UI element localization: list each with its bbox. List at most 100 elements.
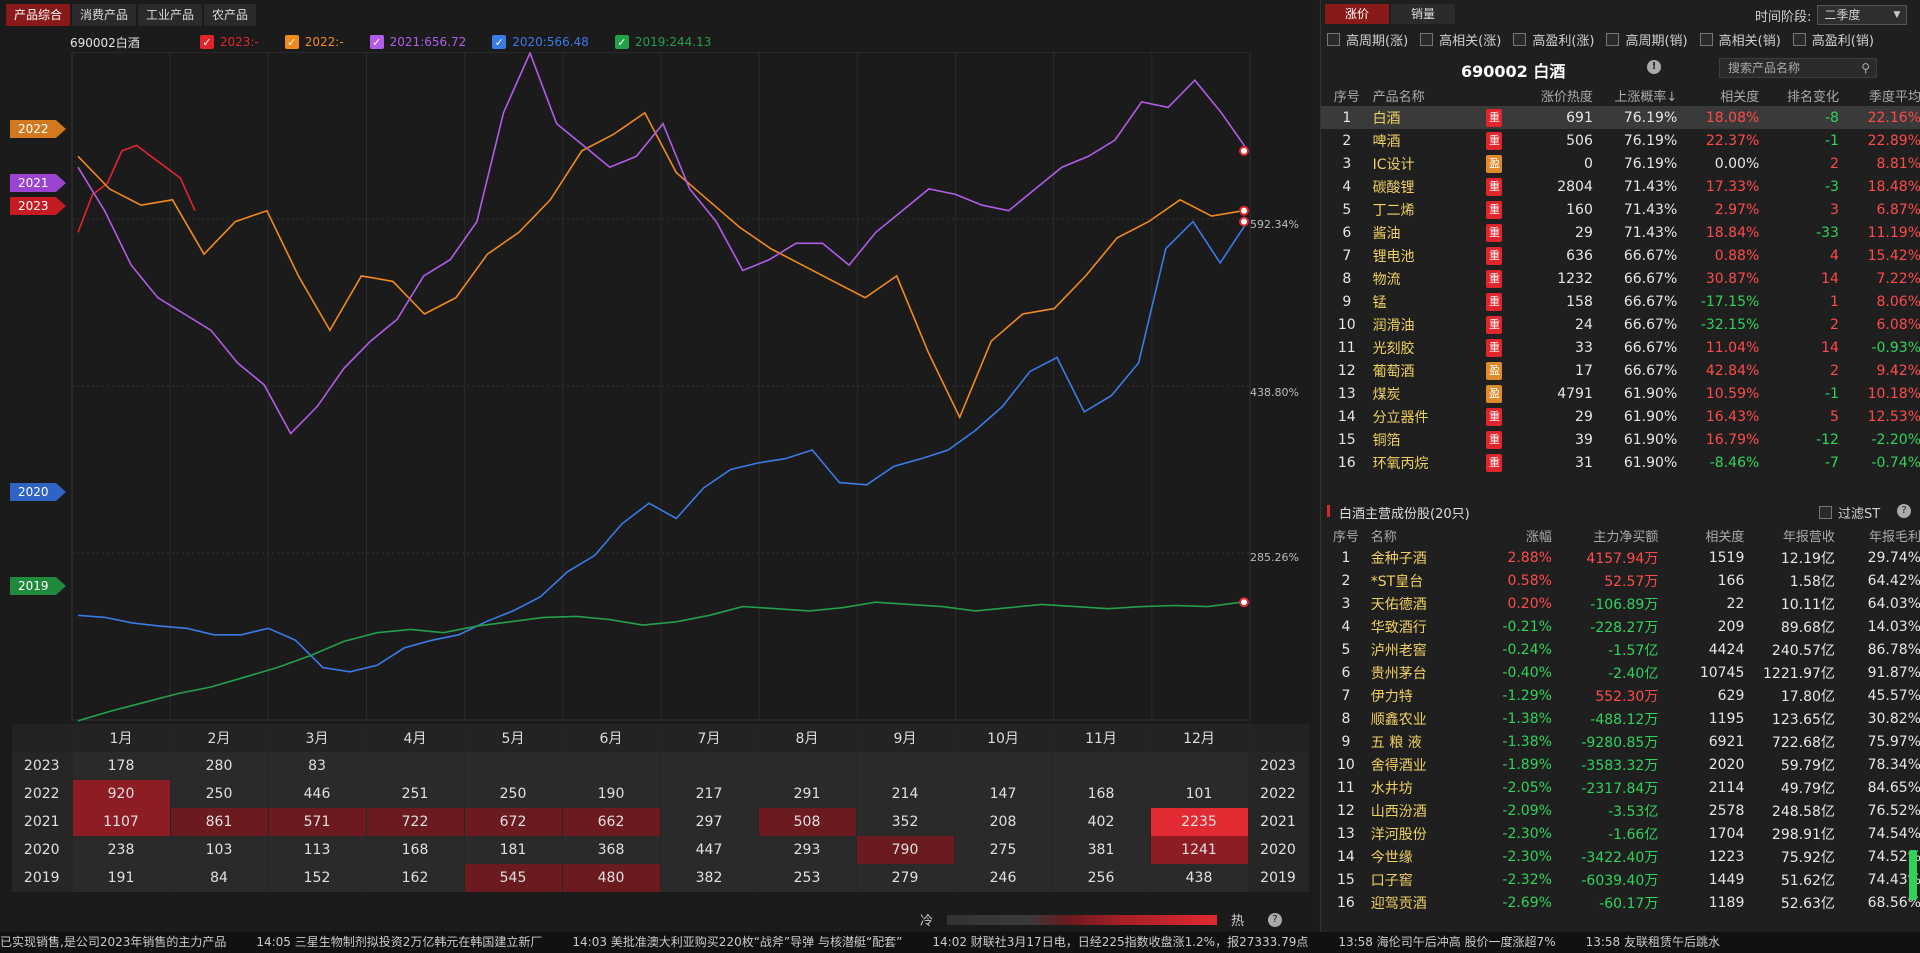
column-header[interactable]: 季度平均: [1839, 84, 1920, 106]
heat-cell[interactable]: 480: [562, 864, 661, 892]
heat-cell[interactable]: 508: [758, 808, 857, 836]
checkbox-icon[interactable]: ✓: [284, 35, 299, 49]
table-row[interactable]: 3 天佑德酒 0.20% -106.89万 22 10.11亿 64.03%: [1321, 592, 1920, 615]
heat-cell[interactable]: 293: [758, 836, 857, 864]
heat-cell[interactable]: 253: [758, 864, 857, 892]
table-row[interactable]: 7 伊力特 -1.29% 552.30万 629 17.80亿 45.57%: [1321, 684, 1920, 707]
heat-cell[interactable]: 152: [268, 864, 367, 892]
checkbox[interactable]: [1420, 33, 1434, 46]
table-row[interactable]: 16 迎驾贡酒 -2.69% -60.17万 1189 52.63亿 68.56%: [1321, 891, 1920, 914]
heat-cell[interactable]: 168: [366, 836, 465, 864]
column-header[interactable]: 名称: [1371, 524, 1484, 546]
heat-cell[interactable]: 217: [660, 780, 759, 808]
heat-cell[interactable]: [1052, 752, 1151, 780]
legend-item[interactable]: ✓ 2021:656.72: [369, 35, 466, 49]
series-line-2019[interactable]: [77, 601, 1242, 722]
news-ticker[interactable]: 已实现销售,是公司2023年销售的主力产品 14:05 三星生物制剂拟投资2万亿韩…: [0, 932, 1920, 953]
checkbox-icon[interactable]: ✓: [492, 35, 507, 49]
table-row[interactable]: 7 锂电池 重 636 66.67% 0.88% 4 15.42%: [1321, 244, 1920, 267]
table-row[interactable]: 9 锰 重 158 66.67% -17.15% 1 8.06%: [1321, 290, 1920, 313]
heat-cell[interactable]: [1150, 752, 1249, 780]
checkbox[interactable]: [1606, 33, 1620, 46]
heat-cell[interactable]: [954, 752, 1053, 780]
checkbox[interactable]: [1792, 33, 1806, 46]
tab-volume[interactable]: 销量: [1391, 4, 1455, 24]
filter-st-toggle[interactable]: 过滤ST: [1819, 503, 1880, 522]
tab-consumer[interactable]: 消费产品: [72, 4, 137, 26]
heat-cell[interactable]: 2235: [1150, 808, 1249, 836]
legend-item[interactable]: ✓ 2020:566.48: [492, 35, 589, 49]
help-icon[interactable]: ?: [1897, 504, 1911, 518]
checkbox-icon[interactable]: ✓: [199, 35, 214, 49]
checkbox-icon[interactable]: ✓: [614, 35, 629, 49]
table-row[interactable]: 8 物流 重 1232 66.67% 30.87% 14 7.22%: [1321, 267, 1920, 290]
table-row[interactable]: 14 分立器件 重 29 61.90% 16.43% 5 12.53%: [1321, 405, 1920, 428]
heat-cell[interactable]: 662: [562, 808, 661, 836]
table-row[interactable]: 1 白酒 重 691 76.19% 18.08% -8 22.16%: [1321, 106, 1920, 129]
heat-cell[interactable]: 545: [464, 864, 563, 892]
table-row[interactable]: 9 五 粮 液 -1.38% -9280.85万 6921 722.68亿 75.97%: [1321, 730, 1920, 753]
table-row[interactable]: 16 环氧丙烷 重 31 61.90% -8.46% -7 -0.74%: [1321, 451, 1920, 474]
tab-industrial[interactable]: 工业产品: [138, 4, 203, 26]
heat-cell[interactable]: 402: [1052, 808, 1151, 836]
column-header[interactable]: 涨幅: [1484, 524, 1552, 546]
heat-cell[interactable]: 280: [170, 752, 269, 780]
column-header[interactable]: 产品名称: [1373, 84, 1478, 106]
heat-cell[interactable]: 147: [954, 780, 1053, 808]
product-search-input[interactable]: 搜索产品名称 ⚲: [1719, 58, 1877, 78]
heat-cell[interactable]: [562, 752, 661, 780]
help-icon[interactable]: ?: [1268, 912, 1283, 927]
column-header[interactable]: 年报营收: [1744, 524, 1835, 546]
legend-item[interactable]: ✓ 2023:-: [199, 35, 259, 49]
heat-cell[interactable]: 1241: [1150, 836, 1249, 864]
legend-item[interactable]: ✓ 2022:-: [284, 35, 344, 49]
column-header[interactable]: 上涨概率↓: [1593, 84, 1677, 106]
table-row[interactable]: 4 碳酸锂 重 2804 71.43% 17.33% -3 18.48%: [1321, 175, 1920, 198]
column-header[interactable]: 相关度: [1677, 84, 1759, 106]
heat-cell[interactable]: 101: [1150, 780, 1249, 808]
heat-cell[interactable]: 275: [954, 836, 1053, 864]
table-row[interactable]: 6 贵州茅台 -0.40% -2.40亿 10745 1221.97亿 91.87%: [1321, 661, 1920, 684]
filter-option[interactable]: 高盈利(销): [1792, 30, 1874, 49]
column-header[interactable]: 主力净买额: [1552, 524, 1658, 546]
column-header[interactable]: 序号: [1321, 524, 1371, 546]
filter-option[interactable]: 高盈利(涨): [1513, 30, 1594, 49]
table-row[interactable]: 5 丁二烯 重 160 71.43% 2.97% 3 6.87%: [1321, 198, 1920, 221]
heat-cell[interactable]: 251: [366, 780, 465, 808]
column-header[interactable]: 排名变化: [1759, 84, 1839, 106]
heat-cell[interactable]: 238: [72, 836, 171, 864]
column-header[interactable]: 相关度: [1658, 524, 1744, 546]
table-row[interactable]: 5 泸州老窖 -0.24% -1.57亿 4424 240.57亿 86.78%: [1321, 638, 1920, 661]
column-header[interactable]: 年报毛利: [1835, 524, 1920, 546]
checkbox[interactable]: [1699, 33, 1713, 46]
heat-cell[interactable]: 190: [562, 780, 661, 808]
table-row[interactable]: 2 啤酒 重 506 76.19% 22.37% -1 22.89%: [1321, 129, 1920, 152]
column-header[interactable]: 涨价热度: [1511, 84, 1593, 106]
heat-cell[interactable]: [856, 752, 955, 780]
table-row[interactable]: 15 口子窖 -2.32% -6039.40万 1449 51.62亿 74.43%: [1321, 868, 1920, 891]
heat-cell[interactable]: 191: [72, 864, 171, 892]
heat-cell[interactable]: 83: [268, 752, 367, 780]
table-row[interactable]: 4 华致酒行 -0.21% -228.27万 209 89.68亿 14.03%: [1321, 615, 1920, 638]
heat-cell[interactable]: 279: [856, 864, 955, 892]
heat-cell[interactable]: 178: [72, 752, 171, 780]
tab-all-products[interactable]: 产品综合: [6, 4, 71, 26]
table-row[interactable]: 2 *ST皇台 0.58% 52.57万 166 1.58亿 64.42%: [1321, 569, 1920, 592]
info-icon[interactable]: !: [1647, 60, 1661, 74]
heat-cell[interactable]: 672: [464, 808, 563, 836]
heat-cell[interactable]: 291: [758, 780, 857, 808]
table-row[interactable]: 15 铜箔 重 39 61.90% 16.79% -12 -2.20%: [1321, 428, 1920, 451]
checkbox[interactable]: [1513, 33, 1527, 46]
table-row[interactable]: 11 水井坊 -2.05% -2317.84万 2114 49.79亿 84.65%: [1321, 776, 1920, 799]
search-icon[interactable]: ⚲: [1861, 59, 1870, 77]
table-row[interactable]: 13 洋河股份 -2.30% -1.66亿 1704 298.91亿 74.54%: [1321, 822, 1920, 845]
ticker-item[interactable]: 14:02 财联社3月17日电，日经225指数收盘涨1.2%，报27333.79…: [932, 935, 1308, 949]
heat-cell[interactable]: 246: [954, 864, 1053, 892]
table-row[interactable]: 14 今世缘 -2.30% -3422.40万 1223 75.92亿 74.52%: [1321, 845, 1920, 868]
column-header[interactable]: [1478, 84, 1511, 106]
filter-option[interactable]: 高周期(销): [1606, 30, 1688, 49]
heat-cell[interactable]: 447: [660, 836, 759, 864]
heat-cell[interactable]: 250: [464, 780, 563, 808]
heat-cell[interactable]: 438: [1150, 864, 1249, 892]
heat-cell[interactable]: 103: [170, 836, 269, 864]
